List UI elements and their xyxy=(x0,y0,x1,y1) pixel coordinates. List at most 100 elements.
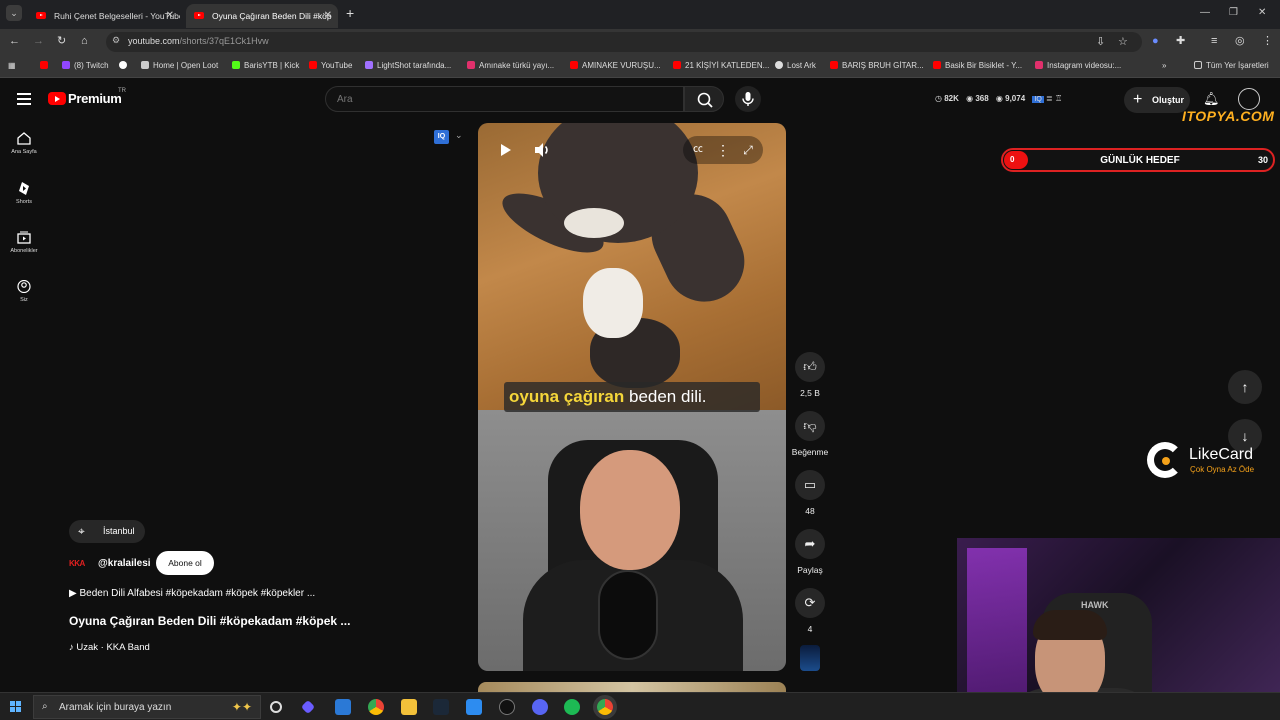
taskbar-search[interactable]: ⌕ Aramak için buraya yazın ✦✦ xyxy=(33,695,261,719)
nav-shorts[interactable]: Shorts xyxy=(0,182,48,205)
bookmark-item[interactable]: Basik Bir Bisiklet - Y... xyxy=(933,60,1022,72)
previous-short-button[interactable]: ↑ xyxy=(1228,370,1262,404)
nav-home[interactable]: Ana Sayfa xyxy=(0,132,48,155)
shorts-video-player[interactable]: oyuna çağıran beden dili. ㏄ ⋮ ⤢ xyxy=(478,123,786,671)
browser-menu-icon[interactable]: ⋮ xyxy=(1262,34,1273,48)
nav-subscriptions[interactable]: Abonelikler xyxy=(0,231,48,254)
bookmark-item[interactable]: Lost Ark xyxy=(775,60,816,72)
captions-icon[interactable]: ㏄ xyxy=(686,138,710,162)
search-input[interactable] xyxy=(325,86,684,112)
obs-icon[interactable] xyxy=(499,699,515,715)
tab-search-button[interactable]: ⌄ xyxy=(6,5,22,21)
likecard-mark-icon xyxy=(1147,442,1183,478)
trophy-icon[interactable]: ♖ xyxy=(1055,94,1062,103)
create-button[interactable]: + Oluştur xyxy=(1124,87,1190,113)
extensions-puzzle-icon[interactable]: ✚ xyxy=(1176,34,1185,48)
close-tab-icon[interactable]: ✕ xyxy=(166,4,174,28)
share-button[interactable]: ➦ Paylaş xyxy=(790,529,830,575)
remix-button[interactable]: ⟳ 4 xyxy=(790,588,830,634)
chrome-icon[interactable] xyxy=(368,699,384,715)
close-tab-icon[interactable]: ✕ xyxy=(324,4,332,28)
extension-icon[interactable]: ● xyxy=(1152,34,1159,48)
bookmark-item[interactable] xyxy=(40,60,52,72)
dislike-button[interactable]: 👎︎ Beğenme xyxy=(790,411,830,457)
home-icon[interactable]: ⌂ xyxy=(81,34,88,48)
reload-icon[interactable]: ↻ xyxy=(57,34,66,48)
steam-icon[interactable] xyxy=(433,699,449,715)
dog-video-frame xyxy=(478,123,786,410)
puppy-head-shape xyxy=(583,268,643,338)
audio-source-thumbnail[interactable] xyxy=(800,645,820,671)
app-icon[interactable] xyxy=(300,699,316,715)
microphone-shape xyxy=(598,570,658,660)
bookmark-item[interactable]: YouTube xyxy=(309,60,352,72)
bookmark-item[interactable]: AMINAKE VURUŞU... xyxy=(570,60,661,72)
comments-button[interactable]: ▭ 48 xyxy=(790,470,830,516)
bookmark-item[interactable] xyxy=(119,60,131,72)
folder-icon xyxy=(1194,61,1202,69)
address-bar[interactable]: ⚙ youtube.com/shorts/37qE1Ck1Hvw ⇩ ☆ xyxy=(106,32,1142,52)
bookmark-item[interactable]: LightShot tarafında... xyxy=(365,60,451,72)
profile-icon[interactable]: ◎ xyxy=(1235,34,1245,48)
volume-button[interactable] xyxy=(530,138,554,162)
menu-icon[interactable] xyxy=(17,93,31,108)
music-link[interactable]: ♪ Uzak · KKA Band xyxy=(69,642,150,653)
nav-you[interactable]: Siz xyxy=(0,280,48,303)
site-info-icon[interactable]: ⚙ xyxy=(112,35,120,46)
restore-icon[interactable]: ❐ xyxy=(1229,7,1238,18)
bookmark-star-icon[interactable]: ☆ xyxy=(1118,35,1128,49)
bookmarks-bar: ▦ (8) Twitch Home | Open Loot BarisYTB |… xyxy=(0,55,1280,78)
more-options-icon[interactable]: ⋮ xyxy=(711,138,735,162)
minimize-icon[interactable]: — xyxy=(1200,7,1210,18)
bookmark-item[interactable]: Amınake türkü yayı... xyxy=(467,60,554,72)
location-chip[interactable]: ⌖ İstanbul xyxy=(69,520,145,543)
apps-grid-icon[interactable]: ▦ xyxy=(8,60,16,72)
fullscreen-icon[interactable]: ⤢ xyxy=(736,138,760,162)
voice-search-button[interactable] xyxy=(735,86,761,112)
cortana-icon[interactable] xyxy=(270,701,282,713)
like-button[interactable]: 👍︎ 2,5 B xyxy=(790,352,830,398)
store-icon[interactable] xyxy=(335,699,351,715)
subscribe-button[interactable]: Abone ol xyxy=(156,551,214,575)
spotify-icon[interactable] xyxy=(564,699,580,715)
reading-list-icon[interactable]: ≡ xyxy=(1211,34,1217,48)
app-icon[interactable] xyxy=(466,699,482,715)
forward-icon[interactable]: → xyxy=(33,34,44,48)
chevron-down-icon[interactable]: ⌄ xyxy=(455,130,463,141)
video-title[interactable]: Oyuna Çağıran Beden Dili #köpekadam #köp… xyxy=(69,614,350,628)
windows-start-icon[interactable] xyxy=(10,701,22,713)
browser-tab[interactable]: Ruhi Çenet Belgeselleri - YouTube ✕ xyxy=(28,4,180,28)
youtube-brand[interactable]: Premium xyxy=(68,91,122,106)
instagram-icon xyxy=(1035,61,1043,69)
avatar[interactable] xyxy=(1238,88,1260,110)
notifications-bell-icon[interactable]: 🔔︎ xyxy=(1203,91,1220,107)
file-explorer-icon[interactable] xyxy=(401,699,417,715)
iq-badge[interactable]: IQ xyxy=(434,130,449,144)
playlist-link[interactable]: ▶ Beden Dili Alfabesi #köpekadam #köpek … xyxy=(69,588,315,599)
install-app-icon[interactable]: ⇩ xyxy=(1096,35,1105,49)
bookmark-item[interactable]: (8) Twitch xyxy=(62,60,109,72)
channel-logo[interactable]: KKA xyxy=(69,555,93,573)
channel-name[interactable]: @kralailesi xyxy=(98,558,151,569)
bookmark-item[interactable]: Home | Open Loot xyxy=(141,60,218,72)
bookmark-item[interactable]: 21 KİŞİYİ KATLEDEN... xyxy=(673,60,769,72)
close-window-icon[interactable]: ✕ xyxy=(1258,7,1266,18)
search-button[interactable] xyxy=(684,86,724,112)
new-tab-button[interactable]: + xyxy=(346,5,354,21)
browser-tab-active[interactable]: Oyuna Çağıran Beden Dili #köp ✕ xyxy=(186,4,338,28)
youtube-logo-icon[interactable] xyxy=(48,92,66,105)
play-button[interactable] xyxy=(493,138,517,162)
discord-icon[interactable] xyxy=(532,699,548,715)
goal-label: GÜNLÜK HEDEF xyxy=(1100,155,1180,166)
bookmark-item[interactable]: BARIŞ BRUH GİTAR... xyxy=(830,60,924,72)
youtube-icon xyxy=(570,61,578,69)
chrome-active-icon[interactable] xyxy=(597,699,613,715)
iq-extension-icon[interactable]: IQ xyxy=(1032,96,1044,103)
url-host: youtube.com xyxy=(128,36,180,46)
all-bookmarks-folder[interactable]: Tüm Yer İşaretleri xyxy=(1194,60,1269,72)
queue-icon[interactable]: ≣ xyxy=(1046,94,1055,103)
back-icon[interactable]: ← xyxy=(9,34,20,48)
more-bookmarks-icon[interactable]: » xyxy=(1162,60,1166,72)
bookmark-item[interactable]: Instagram videosu:... xyxy=(1035,60,1121,72)
bookmark-item[interactable]: BarisYTB | Kick xyxy=(232,60,299,72)
